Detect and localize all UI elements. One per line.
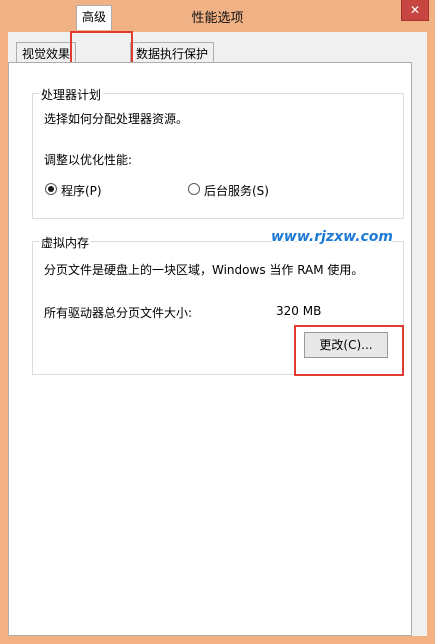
adjust-performance-label: 调整以优化性能: <box>44 153 133 167</box>
window-title: 性能选项 <box>191 11 244 26</box>
tab-data-execution-prevention[interactable]: 数据执行保护 <box>130 42 215 64</box>
processor-scheduling-group: 处理器计划 选择如何分配处理器资源。 调整以优化性能: 程序(P) 后台服务(S… <box>32 86 404 219</box>
paging-file-total-value: 320 MB <box>276 304 322 318</box>
close-button[interactable]: ✕ <box>401 0 429 21</box>
paging-file-total-label: 所有驱动器总分页文件大小: <box>44 306 193 320</box>
radio-programs-indicator[interactable] <box>45 183 57 195</box>
radio-programs-label: 程序(P) <box>61 184 102 198</box>
radio-background-services-label: 后台服务(S) <box>204 184 269 198</box>
virtual-memory-description: 分页文件是硬盘上的一块区域，Windows 当作 RAM 使用。 <box>44 263 364 277</box>
radio-background-services[interactable]: 后台服务(S) <box>187 182 317 198</box>
processor-scheduling-title: 处理器计划 <box>39 86 104 103</box>
title-bar: 性能选项 ✕ <box>0 0 435 32</box>
change-button[interactable]: 更改(C)... <box>304 332 388 358</box>
radio-background-services-indicator[interactable] <box>188 183 200 195</box>
site-watermark: www.rjzxw.com <box>271 229 393 245</box>
processor-description: 选择如何分配处理器资源。 <box>44 112 189 126</box>
tab-visual-effects[interactable]: 视觉效果 <box>16 42 77 64</box>
virtual-memory-group: 虚拟内存 分页文件是硬盘上的一块区域，Windows 当作 RAM 使用。 所有… <box>32 234 404 375</box>
virtual-memory-title: 虚拟内存 <box>39 234 92 251</box>
tab-panel-advanced: 处理器计划 选择如何分配处理器资源。 调整以优化性能: 程序(P) 后台服务(S… <box>8 62 412 636</box>
radio-programs[interactable]: 程序(P) <box>44 182 154 198</box>
tab-advanced[interactable]: 高级 <box>76 5 113 30</box>
